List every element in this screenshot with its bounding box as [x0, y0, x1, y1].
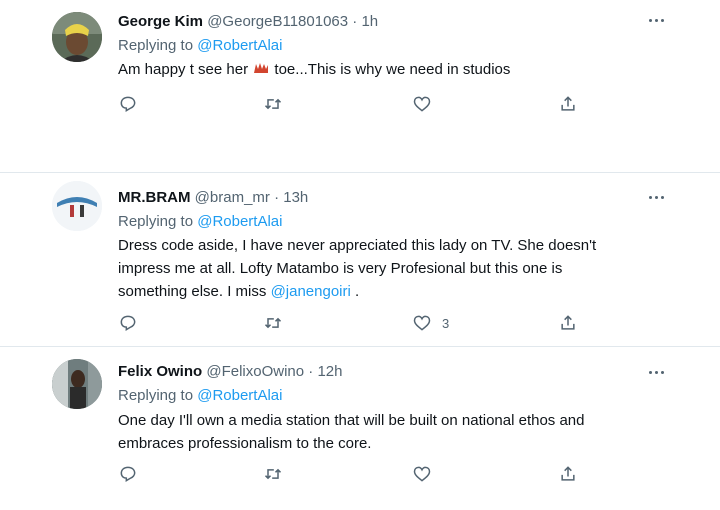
tweet-text-line: something else. I miss @janengoiri . — [118, 280, 658, 303]
replying-to-mention[interactable]: @RobertAlai — [197, 37, 282, 54]
tweet[interactable]: Felix Owino @FelixoOwino · 12h Replying … — [0, 347, 720, 510]
tweet-actions: 3 — [118, 311, 598, 335]
author-name[interactable]: George Kim — [118, 13, 203, 30]
tweet-header: MR.BRAM @bram_mr · 13h — [118, 189, 308, 206]
avatar-image — [52, 12, 102, 62]
retweet-button[interactable] — [263, 462, 283, 486]
timestamp[interactable]: 12h — [317, 363, 342, 380]
heart-icon — [413, 315, 431, 331]
separator-dot: · — [308, 363, 314, 380]
share-button[interactable] — [558, 311, 578, 335]
avatar-image — [52, 181, 102, 231]
tweet-actions — [118, 462, 598, 486]
replying-to-label: Replying to — [118, 213, 194, 230]
like-button[interactable] — [412, 92, 442, 116]
avatar[interactable] — [52, 359, 102, 409]
tweet-header: George Kim @GeorgeB11801063 · 1h — [118, 13, 378, 30]
more-options-icon[interactable] — [647, 366, 667, 380]
separator-dot: · — [352, 13, 358, 30]
tweet-header: Felix Owino @FelixoOwino · 12h — [118, 363, 343, 380]
mention-link[interactable]: @janengoiri — [271, 283, 351, 300]
tweet[interactable]: George Kim @GeorgeB11801063 · 1h Replyin… — [0, 0, 720, 150]
heart-icon — [413, 96, 431, 112]
reply-button[interactable] — [118, 311, 138, 335]
tweet-text-line: Dress code aside, I have never appreciat… — [118, 237, 597, 254]
replying-to-line: Replying to @RobertAlai — [118, 213, 282, 230]
like-button[interactable] — [412, 462, 442, 486]
replying-to-label: Replying to — [118, 387, 194, 404]
replying-to-line: Replying to @RobertAlai — [118, 387, 282, 404]
emoji-icon — [254, 63, 269, 73]
author-name[interactable]: MR.BRAM — [118, 189, 191, 206]
like-count: 3 — [442, 315, 450, 331]
tweet-text-line: impress me at all. Lofty Matambo is very… — [118, 260, 563, 277]
more-options-icon[interactable] — [647, 191, 667, 205]
tweet-actions — [118, 92, 598, 116]
author-name[interactable]: Felix Owino — [118, 363, 202, 380]
author-handle[interactable]: @bram_mr — [195, 189, 270, 206]
retweet-button[interactable] — [263, 92, 283, 116]
reply-button[interactable] — [118, 462, 138, 486]
tweet-text: One day I'll own a media station that wi… — [118, 409, 658, 455]
replying-to-line: Replying to @RobertAlai — [118, 37, 282, 54]
reply-icon — [120, 466, 136, 482]
retweet-icon — [264, 468, 282, 480]
share-button[interactable] — [558, 92, 578, 116]
reply-feed: George Kim @GeorgeB11801063 · 1h Replyin… — [0, 0, 720, 510]
retweet-button[interactable] — [263, 311, 283, 335]
avatar-image — [52, 359, 102, 409]
author-handle[interactable]: @FelixoOwino — [206, 363, 304, 380]
like-button[interactable]: 3 — [412, 311, 449, 335]
tweet-text-part: Am happy t see her — [118, 61, 249, 78]
replying-to-label: Replying to — [118, 37, 194, 54]
separator-dot: · — [274, 189, 280, 206]
share-icon — [561, 315, 575, 330]
avatar[interactable] — [52, 12, 102, 62]
tweet-text: Am happy t see her toe...This is why we … — [118, 58, 658, 81]
share-icon — [561, 96, 575, 111]
reply-icon — [120, 96, 136, 112]
more-options-icon[interactable] — [647, 14, 667, 28]
tweet-text-line: One day I'll own a media station that wi… — [118, 412, 585, 429]
timestamp[interactable]: 1h — [361, 13, 378, 30]
retweet-icon — [264, 98, 282, 110]
tweet-text-part: something else. I miss — [118, 283, 267, 300]
tweet[interactable]: MR.BRAM @bram_mr · 13h Replying to @Robe… — [0, 173, 720, 348]
replying-to-mention[interactable]: @RobertAlai — [197, 387, 282, 404]
share-button[interactable] — [558, 462, 578, 486]
avatar[interactable] — [52, 181, 102, 231]
reply-button[interactable] — [118, 92, 138, 116]
tweet-text-part: toe...This is why we need in studios — [274, 61, 511, 78]
timestamp[interactable]: 13h — [283, 189, 308, 206]
share-icon — [561, 466, 575, 481]
tweet-text-line: embraces professionalism to the core. — [118, 435, 372, 452]
author-handle[interactable]: @GeorgeB11801063 — [207, 13, 348, 30]
reply-icon — [120, 315, 136, 331]
retweet-icon — [264, 317, 282, 329]
heart-icon — [413, 466, 431, 482]
tweet-text-part: . — [355, 283, 360, 300]
tweet-text: Dress code aside, I have never appreciat… — [118, 234, 658, 303]
replying-to-mention[interactable]: @RobertAlai — [197, 213, 282, 230]
